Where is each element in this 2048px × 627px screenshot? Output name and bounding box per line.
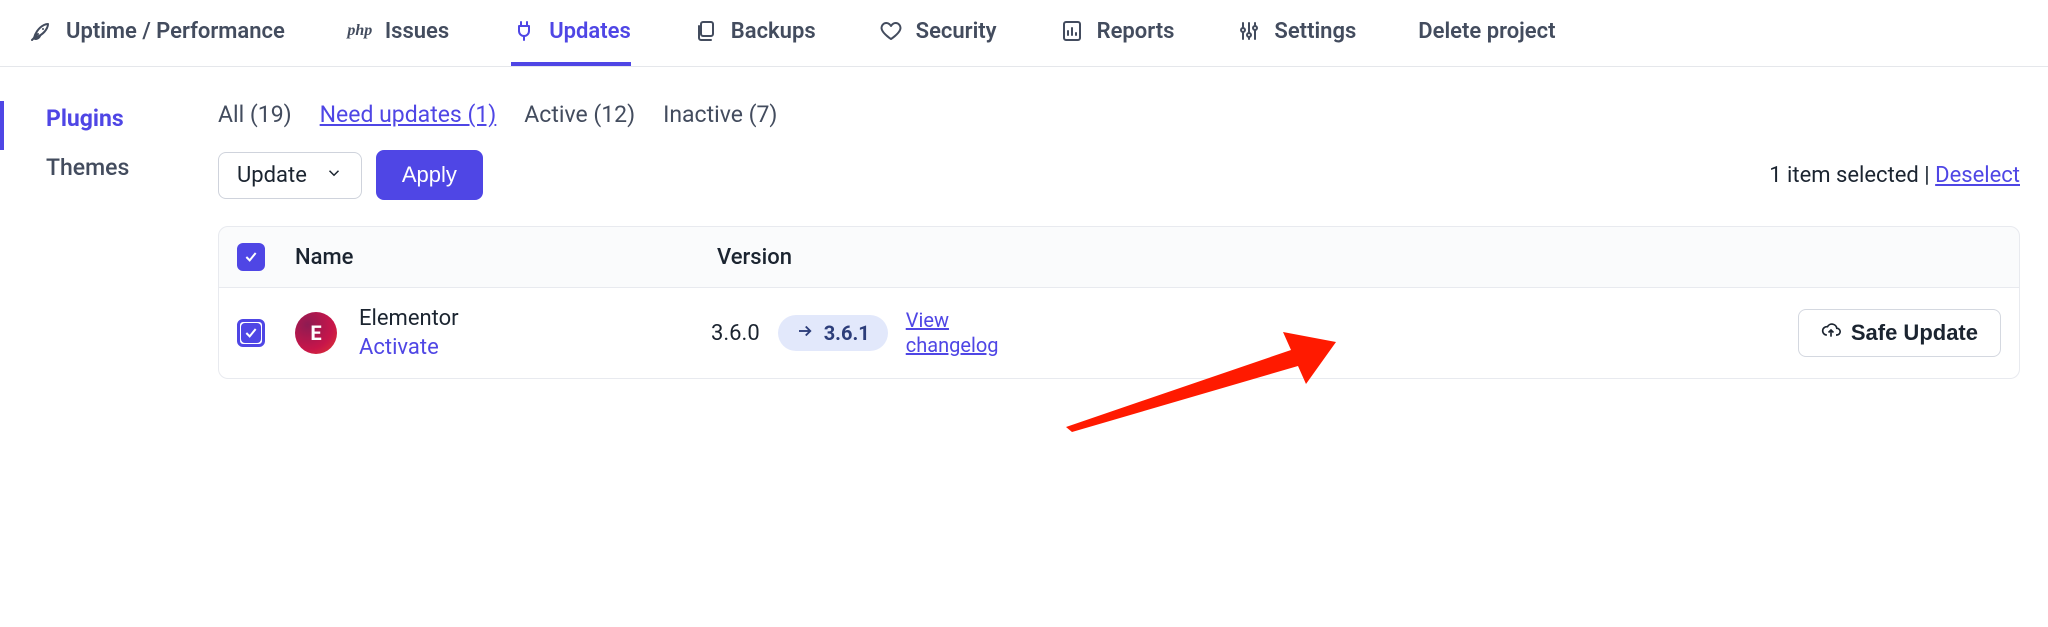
tab-label: Security (916, 19, 997, 44)
selection-info: 1 item selected | Deselect (1769, 163, 2020, 188)
tab-label: Backups (731, 19, 816, 44)
tab-label: Updates (549, 19, 631, 44)
main-panel: All (19) Need updates (1) Active (12) In… (218, 101, 2048, 379)
top-nav: Uptime / Performance php Issues Updates … (0, 0, 2048, 67)
sidebar-item-label: Plugins (46, 105, 124, 132)
select-all-checkbox[interactable] (237, 243, 265, 271)
tab-issues[interactable]: php Issues (347, 0, 449, 66)
sliders-icon (1236, 18, 1262, 44)
tab-label: Settings (1274, 19, 1356, 44)
safe-update-button[interactable]: Safe Update (1798, 309, 2001, 357)
tab-delete-project[interactable]: Delete project (1418, 0, 1555, 66)
php-icon: php (347, 18, 373, 44)
select-value: Update (237, 163, 307, 188)
safe-update-label: Safe Update (1851, 320, 1978, 346)
table-header: Name Version (218, 226, 2020, 288)
plugin-logo: E (295, 312, 337, 354)
version-new-pill: 3.6.1 (778, 315, 888, 351)
column-header-name: Name (295, 245, 695, 270)
tab-uptime-performance[interactable]: Uptime / Performance (28, 0, 285, 66)
column-header-version: Version (717, 245, 2001, 270)
filter-bar: All (19) Need updates (1) Active (12) In… (218, 101, 2020, 128)
row-checkbox[interactable] (237, 319, 265, 347)
version-current: 3.6.0 (711, 321, 760, 346)
stack-icon (693, 18, 719, 44)
tab-backups[interactable]: Backups (693, 0, 816, 66)
selection-count-text: 1 item selected | (1769, 163, 1935, 188)
filter-all[interactable]: All (19) (218, 101, 292, 128)
apply-button[interactable]: Apply (376, 150, 483, 200)
cloud-upload-icon (1821, 320, 1841, 346)
tab-label: Reports (1097, 19, 1175, 44)
tab-label: Issues (385, 19, 449, 44)
table-row: E Elementor Activate 3.6.0 3.6.1 View ch… (218, 288, 2020, 379)
filter-inactive[interactable]: Inactive (7) (663, 101, 777, 128)
tab-label: Delete project (1418, 19, 1555, 44)
view-changelog-link[interactable]: View changelog (906, 308, 1016, 358)
deselect-link[interactable]: Deselect (1935, 163, 2020, 188)
tab-settings[interactable]: Settings (1236, 0, 1356, 66)
tab-reports[interactable]: Reports (1059, 0, 1175, 66)
heart-icon (878, 18, 904, 44)
arrow-right-icon (796, 321, 814, 345)
bulk-actions-row: Update Apply 1 item selected | Deselect (218, 150, 2020, 200)
bulk-action-select[interactable]: Update (218, 152, 362, 199)
rocket-icon (28, 18, 54, 44)
chevron-down-icon (325, 163, 343, 188)
plugin-name: Elementor (359, 306, 689, 331)
plugin-activate-link[interactable]: Activate (359, 335, 689, 360)
tab-security[interactable]: Security (878, 0, 997, 66)
chart-icon (1059, 18, 1085, 44)
plug-icon (511, 18, 537, 44)
tab-label: Uptime / Performance (66, 19, 285, 44)
filter-need-updates[interactable]: Need updates (1) (320, 101, 497, 128)
sidebar-item-label: Themes (46, 154, 129, 181)
filter-active[interactable]: Active (12) (524, 101, 635, 128)
content-area: Plugins Themes All (19) Need updates (1)… (0, 67, 2048, 379)
tab-updates[interactable]: Updates (511, 0, 631, 66)
version-new: 3.6.1 (824, 321, 870, 345)
sidebar: Plugins Themes (0, 101, 218, 379)
sidebar-item-plugins[interactable]: Plugins (0, 101, 218, 150)
sidebar-item-themes[interactable]: Themes (0, 150, 218, 199)
